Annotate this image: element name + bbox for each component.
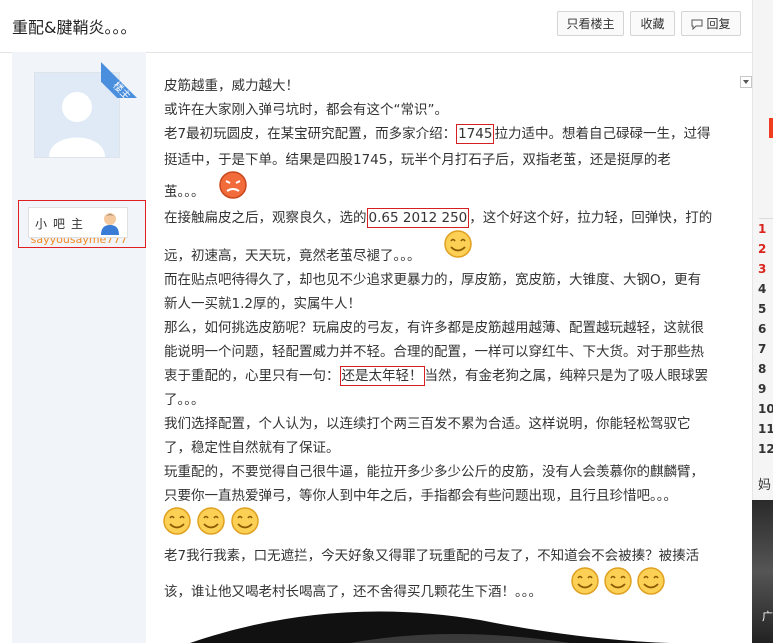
rank-number[interactable]: 3	[758, 262, 766, 276]
highlight-box: 还是太年轻！	[339, 366, 425, 386]
smiley-icon	[231, 507, 259, 535]
author-panel: sayyousayme777	[12, 52, 146, 643]
role-label: 小吧主	[35, 217, 90, 231]
post-line: 老7最初玩圆皮，在某宝研究配置，而多家介绍： 1745 拉力适中。想着自己碌碌一生，…	[164, 124, 711, 144]
rank-number[interactable]: 5	[758, 302, 766, 316]
post-line: 新人一买就1.2厚的，实属牛人！	[164, 296, 361, 312]
reply-button-label: 回复	[706, 17, 731, 31]
post-line: 玩重配的，不要觉得自己很牛逼，能拉开多少多少公斤的皮筋，没有人会羡慕你的麒麟臂，	[164, 464, 704, 480]
thread-title: 重配&腱鞘炎。。。	[12, 18, 137, 37]
reply-icon	[691, 19, 703, 30]
post-line: 远，初速高，天天玩，竟然老茧尽褪了。。。	[164, 248, 421, 264]
role-badge[interactable]: 小吧主	[28, 207, 128, 238]
highlight-box: 1745	[456, 124, 495, 144]
right-sidebar-text: 妈	[758, 478, 772, 493]
smiley-icon	[197, 507, 225, 535]
rank-number[interactable]: 6	[758, 322, 766, 336]
rank-number[interactable]: 4	[758, 282, 766, 296]
smiley-icon	[604, 567, 632, 595]
divider	[759, 218, 773, 219]
post-line: 该，谁让他又喝老村长喝高了，还不舍得买几颗花生下酒！。。。	[164, 584, 542, 600]
rank-number[interactable]: 12	[758, 442, 773, 456]
reply-button[interactable]: 回复	[681, 11, 741, 36]
post-line: 皮筋越重，威力越大！	[164, 78, 299, 94]
rank-number[interactable]: 11	[758, 422, 773, 436]
favorite-button[interactable]: 收藏	[630, 11, 675, 36]
post-line: 我们选择配置，个人认为，以连续打个两三百发不累为合适。这样说明，你能轻松驾驭它	[164, 416, 691, 432]
rank-number[interactable]: 8	[758, 362, 766, 376]
rank-number[interactable]: 9	[758, 382, 766, 396]
post-line: 衷于重配的，心里只有一句： 还是太年轻！ 当然，有金老狗之属，纯粹只是为了吸人眼球罢	[164, 366, 708, 386]
post-line: 了，稳定性自然就有了保证。	[164, 440, 340, 456]
post-menu-dropdown-icon[interactable]	[740, 76, 752, 88]
rank-number[interactable]: 7	[758, 342, 766, 356]
post-line: 或许在大家刚入弹弓坑时，都会有这个“常识”。	[164, 102, 448, 118]
post-line: 只要你一直热爱弹弓，等你人到中年之后，手指都会有些问题出现，且行且珍惜吧。。。	[164, 488, 677, 504]
smiley-icon	[637, 567, 665, 595]
post-line: 茧。。。	[164, 184, 205, 200]
post-line: 那么，如何挑选皮筋呢？玩扁皮的弓友，有许多都是皮筋越用越薄、配置越玩越轻，这就很	[164, 320, 704, 336]
rank-number[interactable]: 2	[758, 242, 766, 256]
post-line: 而在贴点吧待得久了，却也见不少追求更暴力的，厚皮筋，宽皮筋，大锥度、大钢O，更有	[164, 272, 702, 288]
post-image-graphic	[150, 600, 750, 643]
post-line: 了。。。	[164, 392, 205, 408]
smiley-icon	[163, 507, 191, 535]
rank-number[interactable]: 1	[758, 222, 766, 236]
right-photo-caption: 广	[762, 610, 773, 623]
op-badge: 楼主	[101, 52, 147, 98]
rank-number[interactable]: 10	[758, 402, 773, 416]
post-line: 老7我行我素，口无遮拦，今天好象又得罪了玩重配的弓友了，不知道会不会被揍？被揍活	[164, 548, 700, 564]
post-image[interactable]	[150, 600, 750, 643]
thread-header: 重配&腱鞘炎。。。 只看楼主 收藏 回复	[0, 0, 752, 53]
highlight-box: 0.65 2012 250	[366, 208, 470, 228]
user-role-icon	[101, 213, 119, 235]
post-line: 能说明一个问题，轻配置威力并不轻。合理的配置，一样可以穿红牛、下大货。对于那些热	[164, 344, 704, 360]
smiley-icon	[444, 230, 472, 258]
smiley-icon	[571, 567, 599, 595]
post-line: 在接触扁皮之后，观察良久，选的 0.65 2012 250 ，这个好这个好，拉力轻，…	[164, 208, 713, 228]
only-op-button[interactable]: 只看楼主	[557, 11, 624, 36]
post-line: 挺适中，于是下单。结果是四股1745，玩半个月打石子后，双指老茧，还是挺厚的老	[164, 152, 671, 168]
angry-face-icon	[219, 171, 247, 199]
right-accent-bar	[769, 118, 773, 138]
